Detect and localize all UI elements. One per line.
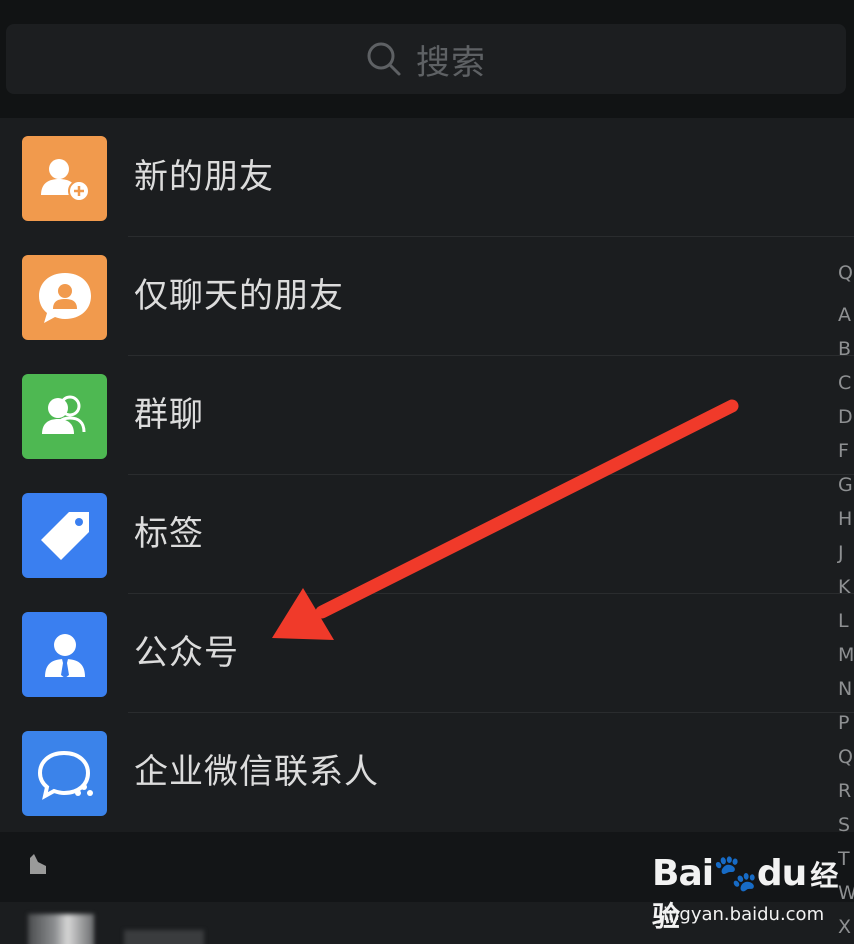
index-letter[interactable]: M [838,644,854,666]
search-placeholder: 搜索 [416,42,486,83]
index-letter[interactable]: N [838,678,852,700]
menu-item-work-contacts[interactable]: 企业微信联系人 [0,713,854,832]
menu-item-tags[interactable]: 标签 [0,475,854,594]
index-letter[interactable]: D [838,406,853,428]
contacts-menu-list: 新的朋友 仅聊天的朋友 群聊 标签 公众号 企业微信联系人 [0,118,854,832]
menu-item-new-friends[interactable]: 新的朋友 [0,118,854,237]
contact-name-blurred [124,930,204,944]
menu-item-label: 公众号 [134,633,239,673]
search-bar[interactable]: 搜索 [6,24,846,94]
menu-item-chat-only-friends[interactable]: 仅聊天的朋友 [0,237,854,356]
index-letter[interactable]: J [838,542,844,564]
index-letter[interactable]: G [838,474,853,496]
index-letter[interactable]: Q [838,746,853,768]
menu-item-label: 仅聊天的朋友 [134,276,344,316]
group-chat-icon [22,374,107,459]
index-letter[interactable]: S [838,814,850,836]
menu-item-label: 新的朋友 [134,157,274,197]
index-letter[interactable]: B [838,338,851,360]
search-icon [366,41,402,77]
index-letter[interactable]: P [838,712,849,734]
menu-item-group-chats[interactable]: 群聊 [0,356,854,475]
index-letter[interactable]: K [838,576,850,598]
index-letter[interactable]: A [838,304,851,326]
avatar [28,914,94,944]
search-area: 搜索 [0,0,854,118]
section-letter-icon [26,852,48,882]
menu-item-label: 群聊 [134,395,204,435]
index-search[interactable]: Q [838,262,853,284]
paw-icon: 🐾 [713,853,758,894]
menu-item-official-accounts[interactable]: 公众号 [0,594,854,713]
index-letter[interactable]: R [838,780,851,802]
index-letter[interactable]: C [838,372,851,394]
tag-icon [22,493,107,578]
watermark-url: jingyan.baidu.com [658,904,825,925]
official-account-icon [22,612,107,697]
menu-item-label: 标签 [134,514,204,554]
work-contacts-icon [22,731,107,816]
index-letter[interactable]: L [838,610,849,632]
index-letter[interactable]: H [838,508,852,530]
add-friend-icon [22,136,107,221]
chat-only-friend-icon [22,255,107,340]
index-letter[interactable]: F [838,440,849,462]
menu-item-label: 企业微信联系人 [134,752,379,792]
baidu-watermark: Bai🐾du 经验 jingyan.baidu.com [652,850,852,933]
